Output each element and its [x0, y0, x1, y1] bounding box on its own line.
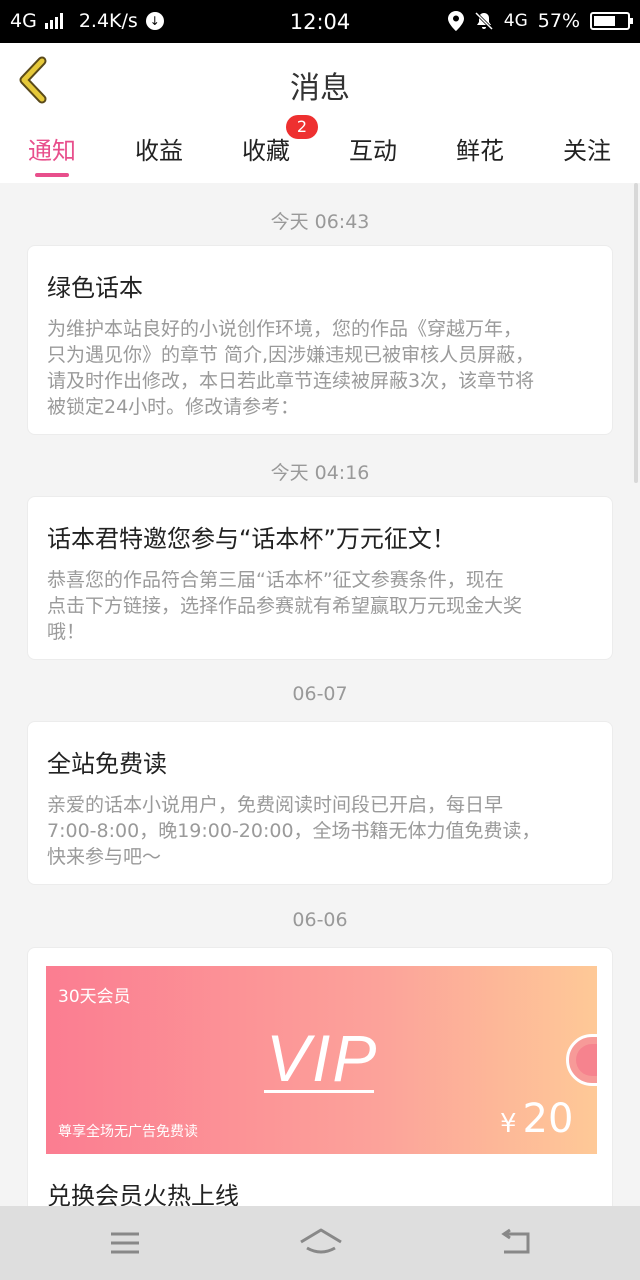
- message-card[interactable]: 话本君特邀您参与“话本杯”万元征文！ 恭喜您的作品符合第三届“话本杯”征文参赛条…: [27, 496, 613, 660]
- battery-icon: [590, 12, 633, 30]
- return-button[interactable]: [496, 1226, 536, 1260]
- favorites-badge: 2: [286, 115, 318, 139]
- message-body-line: 7:00-8:00，晚19:00-20:00，全场书籍无体力值免费读，: [47, 820, 541, 842]
- message-body-line: 点击下方链接，选择作品参赛就有希望赢取万元现金大奖: [47, 595, 523, 617]
- status-bar: 4G 2.4K/s ↓ 12:04 4G 57%: [0, 0, 640, 43]
- status-right: 4G 57%: [447, 10, 633, 32]
- vip-duration-label: 30天会员: [58, 987, 131, 1007]
- tab-notifications[interactable]: 通知: [12, 131, 92, 166]
- currency-symbol: ¥: [500, 1109, 517, 1139]
- app-header: 消息: [0, 43, 640, 119]
- back-button[interactable]: [14, 55, 54, 105]
- network-type-right: 4G: [503, 11, 528, 31]
- message-body-line: 亲爱的话本小说用户，免费阅读时间段已开启，每日早: [47, 794, 504, 816]
- mute-icon: [474, 11, 493, 31]
- message-title: 绿色话本: [47, 274, 143, 302]
- tab-bar: 通知 收益 收藏 2 互动 鲜花 关注: [0, 115, 640, 183]
- tab-interactions[interactable]: 互动: [333, 131, 413, 166]
- message-card[interactable]: 绿色话本 为维护本站良好的小说创作环境，您的作品《穿越万年， 只为遇见你》的章节…: [27, 245, 613, 435]
- message-body-line: 快来参与吧～: [47, 846, 162, 868]
- message-card[interactable]: 全站免费读 亲爱的话本小说用户，免费阅读时间段已开启，每日早 7:00-8:00…: [27, 721, 613, 885]
- message-date: 06-07: [292, 683, 348, 705]
- message-title: 全站免费读: [47, 750, 167, 778]
- menu-button[interactable]: [105, 1226, 145, 1260]
- vip-banner[interactable]: 30天会员 VIP 尊享全场无广告免费读 ¥20: [46, 966, 597, 1154]
- message-card[interactable]: 30天会员 VIP 尊享全场无广告免费读 ¥20 兑换会员火热上线: [27, 947, 613, 1206]
- vip-subtitle: 尊享全场无广告免费读: [58, 1124, 198, 1140]
- home-button[interactable]: [298, 1226, 344, 1260]
- price-value: 20: [522, 1096, 574, 1142]
- vip-underline: [264, 1090, 374, 1093]
- chevron-left-icon: [19, 56, 47, 104]
- message-date: 06-06: [292, 909, 348, 931]
- message-body-line: 请及时作出修改，本日若此章节连续被屏蔽3次，该章节将: [47, 370, 535, 392]
- vip-logo-text: VIP: [266, 1021, 379, 1095]
- message-body: 亲爱的话本小说用户，免费阅读时间段已开启，每日早 7:00-8:00，晚19:0…: [47, 792, 592, 870]
- active-tab-indicator: [35, 173, 69, 177]
- location-icon: [447, 11, 464, 31]
- message-body: 为维护本站良好的小说创作环境，您的作品《穿越万年， 只为遇见你》的章节 简介,因…: [47, 316, 592, 420]
- message-title: 话本君特邀您参与“话本杯”万元征文！: [47, 525, 456, 553]
- message-body: 恭喜您的作品符合第三届“话本杯”征文参赛条件，现在 点击下方链接，选择作品参赛就…: [47, 567, 592, 645]
- return-icon: [501, 1228, 530, 1254]
- message-title: 兑换会员火热上线: [47, 1182, 239, 1206]
- message-list[interactable]: 今天 06:43 绿色话本 为维护本站良好的小说创作环境，您的作品《穿越万年， …: [0, 183, 640, 1206]
- tab-flowers[interactable]: 鲜花: [440, 131, 520, 166]
- vip-price: ¥20: [500, 1096, 573, 1142]
- message-body-line: 哦！: [47, 621, 86, 643]
- message-body-line: 被锁定24小时。修改请参考：: [47, 396, 300, 418]
- menu-icon: [111, 1232, 139, 1254]
- tab-earnings[interactable]: 收益: [119, 131, 199, 166]
- home-icon: [300, 1228, 342, 1254]
- tab-following[interactable]: 关注: [547, 131, 627, 166]
- battery-percent: 57%: [537, 10, 580, 32]
- system-nav-bar: [0, 1206, 640, 1280]
- message-body-line: 只为遇见你》的章节 简介,因涉嫌违规已被审核人员屏蔽，: [47, 344, 535, 366]
- message-body-line: 为维护本站良好的小说创作环境，您的作品《穿越万年，: [47, 318, 523, 340]
- message-date: 今天 04:16: [270, 462, 370, 484]
- page-title: 消息: [290, 71, 350, 106]
- message-date: 今天 06:43: [270, 211, 370, 233]
- message-body-line: 恭喜您的作品符合第三届“话本杯”征文参赛条件，现在: [47, 569, 504, 591]
